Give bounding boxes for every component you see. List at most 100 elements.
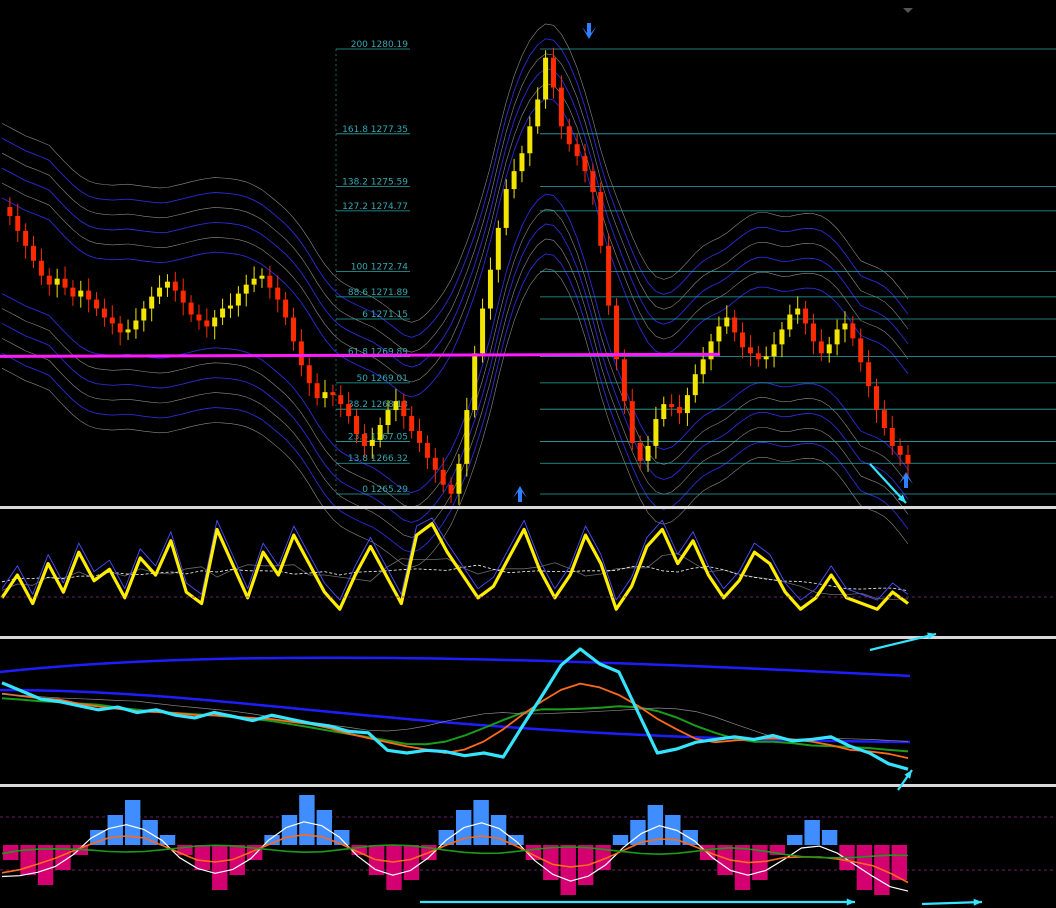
candle-body: [440, 469, 446, 485]
histogram-bar: [212, 845, 228, 890]
pivot-line[interactable]: [0, 352, 721, 358]
candle-body: [637, 442, 643, 461]
trading-chart[interactable]: 200 1280.19 161.8 1277.35 138.2 1275.59 127…: [0, 0, 1056, 908]
candle-body: [330, 392, 336, 396]
candle-body: [15, 215, 21, 231]
panel-separator: [0, 784, 1056, 787]
candle-body: [7, 206, 13, 216]
candle-body: [511, 171, 517, 190]
candle-body: [755, 353, 761, 360]
candle-body: [212, 317, 218, 327]
candle-body: [677, 407, 683, 414]
histogram-bar: [543, 845, 559, 880]
candle-body: [747, 347, 753, 354]
candle-body: [141, 308, 147, 321]
candle-body: [858, 338, 864, 363]
candle-body: [101, 308, 107, 318]
candle-body: [23, 230, 29, 246]
candle-body: [866, 362, 872, 387]
candle-body: [149, 296, 155, 309]
candle-body: [70, 287, 76, 297]
candle-body: [369, 439, 375, 446]
candle-body: [818, 341, 824, 354]
candle-body: [779, 329, 785, 345]
candle-body: [700, 359, 706, 375]
histogram-bar: [37, 845, 54, 885]
candle-body: [614, 305, 620, 360]
candle-body: [456, 463, 462, 494]
histogram-bar: [107, 815, 123, 845]
candle-body: [645, 445, 651, 461]
candle-body: [227, 305, 233, 309]
candle-body: [125, 329, 131, 333]
candle-body: [487, 269, 493, 309]
fib-level-label: 13.8 1266.32: [348, 454, 408, 464]
candle-body: [259, 275, 265, 279]
candle-body: [243, 284, 249, 294]
candle-body: [62, 278, 68, 288]
candle-body: [361, 433, 367, 446]
candle-body: [275, 287, 281, 300]
candle-body: [621, 359, 627, 402]
candle-body: [157, 287, 163, 297]
candle-body: [417, 430, 423, 443]
histogram-bar: [612, 835, 629, 845]
histogram-bar: [386, 845, 402, 890]
candle-body: [385, 410, 391, 426]
candle-body: [172, 281, 178, 291]
candle-body: [519, 153, 525, 172]
histogram-bar: [734, 845, 751, 890]
candle-body: [716, 326, 722, 342]
candle-body: [724, 317, 730, 327]
fib-level-label: 88.6 1271.89: [348, 288, 408, 298]
histogram-bar: [403, 845, 420, 880]
candle-body: [503, 189, 509, 228]
candle-body: [377, 425, 383, 440]
candle-body: [558, 87, 564, 127]
candle-body: [771, 344, 777, 357]
candle-body: [535, 99, 541, 127]
candle-body: [290, 317, 296, 342]
candle-body: [86, 290, 92, 300]
histogram-bar: [821, 830, 838, 845]
candle-body: [495, 227, 501, 270]
panel-separator: [0, 636, 1056, 639]
fib-level-label: 138.2 1275.59: [342, 177, 408, 187]
candle-body: [480, 308, 486, 354]
candle-body: [472, 353, 478, 411]
histogram-bar: [560, 845, 576, 895]
candle-body: [763, 356, 769, 360]
candle-body: [424, 442, 430, 458]
candle-body: [164, 281, 170, 288]
candle-body: [393, 401, 399, 411]
candle-body: [889, 427, 895, 446]
candle-body: [842, 323, 848, 330]
candle-body: [401, 401, 407, 417]
candle-body: [54, 278, 60, 285]
candle-body: [346, 404, 352, 417]
histogram-bar: [281, 815, 298, 845]
candle-body: [669, 404, 675, 408]
candle-body: [550, 57, 556, 88]
histogram-bar: [299, 795, 315, 845]
candle-body: [188, 302, 194, 315]
candle-body: [629, 401, 635, 443]
candle-body: [204, 320, 210, 327]
candle-body: [117, 323, 123, 333]
candle-body: [409, 416, 415, 431]
histogram-bar: [804, 820, 820, 845]
candle-body: [180, 290, 186, 303]
candle-body: [31, 245, 37, 261]
fib-level-label: 200 1280.19: [351, 40, 409, 50]
candle-body: [354, 416, 360, 434]
fib-level-label: 6 1271.15: [362, 310, 408, 320]
candle-body: [464, 410, 470, 464]
candle-body: [606, 245, 612, 306]
candle-body: [905, 454, 911, 464]
fib-level-label: 0 1265.29: [362, 485, 408, 495]
candle-body: [795, 308, 801, 315]
candle-body: [566, 126, 572, 145]
panel-separator: [0, 506, 1056, 509]
candle-body: [543, 57, 549, 100]
histogram-bar: [194, 845, 211, 870]
